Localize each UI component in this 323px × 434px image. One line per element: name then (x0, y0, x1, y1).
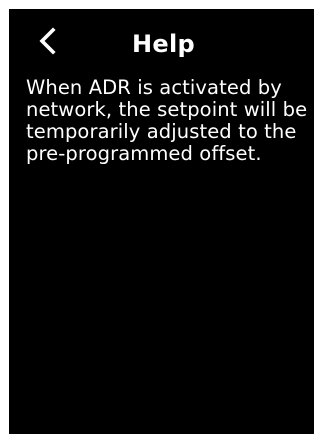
help-text: When ADR is activated by network, the se… (26, 76, 308, 165)
screen-header: Help (9, 9, 314, 75)
thermostat-screen: Help When ADR is activated by network, t… (9, 9, 314, 434)
page-title: Help (132, 30, 195, 58)
